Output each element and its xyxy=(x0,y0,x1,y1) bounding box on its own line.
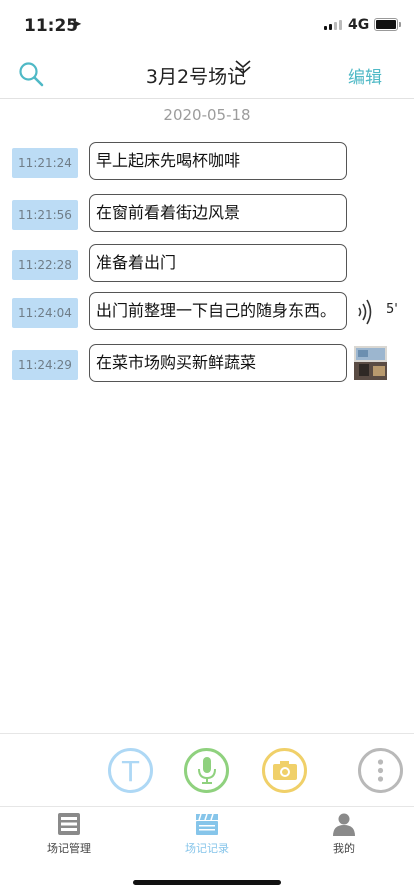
date-header: 2020-05-18 xyxy=(163,106,251,124)
text-icon: T xyxy=(121,755,140,788)
entry-text[interactable]: 在窗前看着街边风景 xyxy=(89,194,347,232)
clapperboard-icon xyxy=(196,813,218,835)
entry-timestamp: 11:24:29 xyxy=(12,350,78,380)
photo-thumbnail[interactable] xyxy=(354,346,387,380)
network-type: 4G xyxy=(348,17,370,33)
tab-label: 场记记录 xyxy=(185,842,229,855)
log-entry[interactable]: 11:24:29 在菜市场购买新鲜蔬菜 xyxy=(0,344,414,386)
input-toolbar: T xyxy=(0,733,414,807)
entry-text[interactable]: 在菜市场购买新鲜蔬菜 xyxy=(89,344,347,382)
tab-label: 场记管理 xyxy=(47,842,91,855)
double-chevron-down-icon[interactable] xyxy=(234,59,252,75)
more-options-button[interactable] xyxy=(358,748,403,793)
location-arrow-icon: ➤ xyxy=(71,17,82,32)
log-entry[interactable]: 11:22:28 准备着出门 xyxy=(0,244,414,286)
microphone-icon xyxy=(198,757,216,784)
entry-timestamp: 11:21:56 xyxy=(12,200,78,230)
text-input-button[interactable]: T xyxy=(108,748,153,793)
edit-button[interactable]: 编辑 xyxy=(348,63,382,88)
entry-timestamp: 11:22:28 xyxy=(12,250,78,280)
entry-text[interactable]: 早上起床先喝杯咖啡 xyxy=(89,142,347,180)
cellular-signal-icon xyxy=(324,20,342,30)
battery-icon xyxy=(374,18,401,31)
tab-label: 我的 xyxy=(333,842,355,855)
tab-log-records[interactable]: 场记记录 xyxy=(157,812,257,856)
voice-record-button[interactable] xyxy=(184,748,229,793)
tab-log-management[interactable]: 场记管理 xyxy=(19,812,119,856)
entry-text[interactable]: 出门前整理一下自己的随身东西。 xyxy=(89,292,347,330)
nav-bar: 3月2号场记 编辑 xyxy=(0,50,414,99)
status-time: 11:25 xyxy=(24,16,79,36)
log-entry[interactable]: 11:21:24 早上起床先喝杯咖啡 xyxy=(0,142,414,184)
log-entry[interactable]: 11:24:04 出门前整理一下自己的随身东西。 5' xyxy=(0,292,414,334)
camera-icon xyxy=(273,761,297,780)
entry-text[interactable]: 准备着出门 xyxy=(89,244,347,282)
list-box-icon xyxy=(58,813,80,835)
entry-timestamp: 11:21:24 xyxy=(12,148,78,178)
person-icon xyxy=(333,813,355,836)
log-entry[interactable]: 11:21:56 在窗前看着街边风景 xyxy=(0,194,414,236)
voice-duration: 5' xyxy=(386,302,398,317)
camera-button[interactable] xyxy=(262,748,307,793)
status-bar: 11:25 ➤ 4G xyxy=(0,0,414,50)
home-indicator xyxy=(133,880,281,885)
entry-timestamp: 11:24:04 xyxy=(12,298,78,328)
more-vertical-icon xyxy=(377,759,384,782)
tab-my-profile[interactable]: 我的 xyxy=(294,812,394,856)
voice-playback-icon[interactable] xyxy=(356,299,376,325)
